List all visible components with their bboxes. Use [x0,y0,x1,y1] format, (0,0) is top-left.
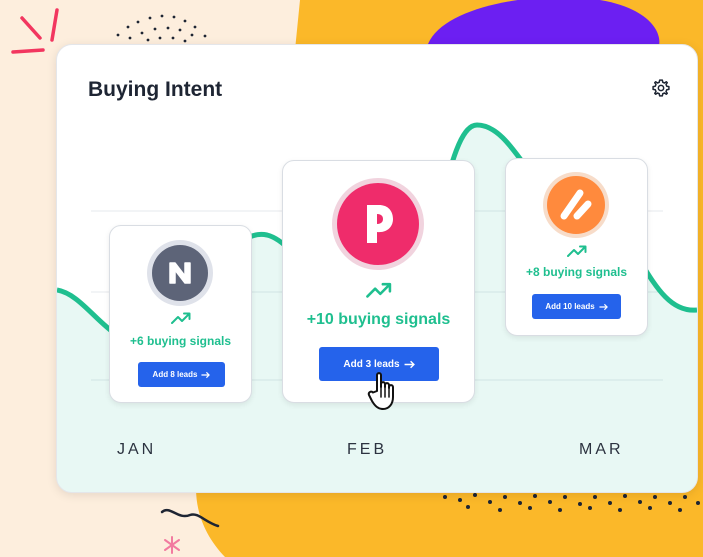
widget-title: Buying Intent [88,78,223,101]
p-logo-icon [337,183,419,265]
month-label-jan: JAN [117,441,157,458]
add-leads-button[interactable]: Add 10 leads [532,294,621,319]
company-logo [147,240,213,306]
month-label-mar: MAR [579,441,624,458]
hand-pointer-cursor-icon [367,372,394,410]
a-logo-icon [547,176,605,234]
trending-up-icon [170,312,190,324]
buying-intent-widget: Buying Intent JAN FEB MAR +6 buying sign… [56,44,698,493]
add-leads-button-label: Add 8 leads [152,370,198,379]
company-card-feb: +10 buying signals Add 3 leads [282,160,475,403]
company-card-mar: +8 buying signals Add 10 leads [505,158,648,336]
month-label-feb: FEB [347,441,388,458]
add-leads-button[interactable]: Add 8 leads [138,362,225,387]
trending-up-icon [365,282,391,298]
arrow-right-icon [404,360,415,368]
add-leads-button-label: Add 10 leads [545,302,595,311]
arrow-right-icon [599,303,608,310]
trending-up-icon [566,245,586,257]
buying-signals-count: +8 buying signals [525,265,628,279]
add-leads-button-label: Add 3 leads [343,358,400,370]
gear-icon[interactable] [651,78,671,98]
company-logo [332,178,424,270]
arrow-right-icon [201,371,211,378]
buying-signals-count: +10 buying signals [306,311,451,328]
company-logo [543,172,609,238]
buying-signals-count: +6 buying signals [129,334,232,348]
n-logo-icon [152,245,208,301]
company-card-jan: +6 buying signals Add 8 leads [109,225,252,403]
